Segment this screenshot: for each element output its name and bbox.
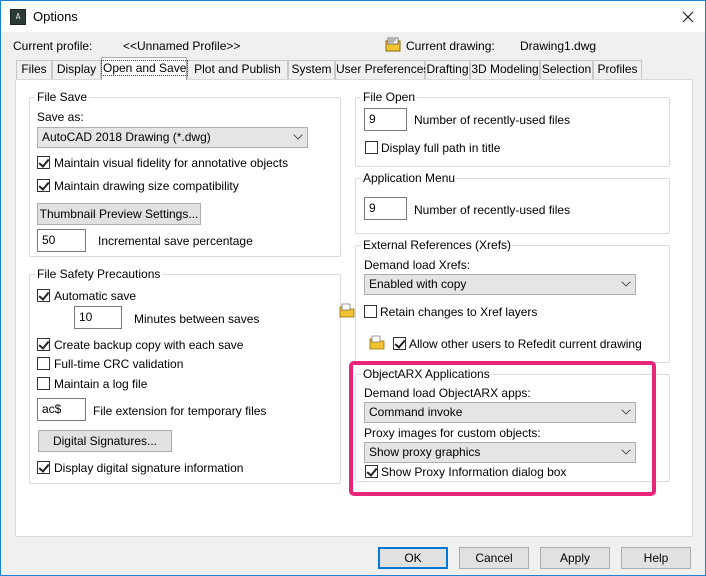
temp-file-extension-label: File extension for temporary files (93, 404, 267, 418)
tab-drafting[interactable]: Drafting (425, 60, 470, 79)
save-as-label: Save as: (37, 110, 84, 124)
maintain-size-checkbox[interactable] (37, 179, 50, 192)
tab-user-preferences[interactable]: User Preferences (335, 60, 429, 79)
backup-copy-checkbox[interactable] (37, 338, 50, 351)
tab-selection[interactable]: Selection (540, 60, 593, 79)
chevron-down-icon (621, 277, 631, 287)
close-icon (682, 11, 694, 23)
app-menu-recent-label: Number of recently-used files (414, 203, 571, 217)
allow-refedit-checkbox[interactable] (393, 337, 406, 350)
thumbnail-preview-settings-button[interactable]: Thumbnail Preview Settings... (37, 203, 201, 225)
maintain-fidelity-label: Maintain visual fidelity for annotative … (54, 156, 289, 170)
help-button[interactable]: Help (621, 547, 691, 569)
full-path-label: Display full path in title (381, 141, 501, 155)
tab-3d-modeling[interactable]: 3D Modeling (470, 60, 540, 79)
tab-plot-and-publish[interactable]: Plot and Publish (187, 60, 288, 79)
log-file-label: Maintain a log file (54, 377, 148, 391)
allow-refedit-label: Allow other users to Refedit current dra… (409, 337, 642, 351)
file-open-recent-input[interactable]: 9 (364, 108, 407, 131)
tab-open-and-save[interactable]: Open and Save (100, 57, 189, 80)
retain-changes-checkbox[interactable] (364, 305, 377, 318)
current-profile-label: Current profile: (13, 39, 93, 53)
log-file-checkbox[interactable] (37, 377, 50, 390)
demand-load-xrefs-select[interactable]: Enabled with copy (364, 274, 636, 295)
file-open-title: File Open (361, 90, 418, 104)
file-save-title: File Save (35, 90, 90, 104)
maintain-fidelity-checkbox[interactable] (37, 156, 50, 169)
app-menu-recent-input[interactable]: 9 (364, 197, 407, 220)
minutes-between-saves-input[interactable]: 10 (74, 306, 122, 329)
xrefs-title: External References (Xrefs) (361, 238, 514, 252)
tab-display[interactable]: Display (52, 60, 101, 79)
crc-validation-checkbox[interactable] (37, 357, 50, 370)
options-dialog: A Options Current profile: <<Unnamed Pro… (0, 0, 706, 576)
incremental-save-input[interactable]: 50 (37, 229, 86, 252)
display-signature-checkbox[interactable] (37, 461, 50, 474)
folder-icon (339, 303, 355, 318)
temp-file-extension-input[interactable]: ac$ (37, 398, 86, 421)
save-as-select[interactable]: AutoCAD 2018 Drawing (*.dwg) (37, 127, 308, 148)
current-drawing-value: Drawing1.dwg (520, 39, 597, 53)
title-bar[interactable]: A Options (1, 1, 705, 32)
automatic-save-checkbox[interactable] (37, 289, 50, 302)
current-drawing-label: Current drawing: (406, 39, 495, 53)
crc-validation-label: Full-time CRC validation (54, 357, 184, 371)
autocad-app-icon: A (10, 9, 26, 25)
file-safety-title: File Safety Precautions (35, 267, 163, 281)
close-button[interactable] (671, 1, 705, 32)
application-menu-title: Application Menu (361, 171, 458, 185)
current-profile-value: <<Unnamed Profile>> (123, 39, 241, 53)
window-title: Options (33, 9, 78, 24)
tab-profiles[interactable]: Profiles (593, 60, 642, 79)
backup-copy-label: Create backup copy with each save (54, 338, 244, 352)
maintain-size-label: Maintain drawing size compatibility (54, 179, 239, 193)
chevron-down-icon (293, 130, 303, 140)
minutes-between-saves-label: Minutes between saves (134, 312, 260, 326)
drawing-icon (385, 37, 401, 52)
demand-load-xrefs-label: Demand load Xrefs: (364, 258, 471, 272)
ok-button[interactable]: OK (378, 547, 448, 569)
tab-files[interactable]: Files (16, 60, 52, 79)
tab-system[interactable]: System (288, 60, 335, 79)
retain-changes-label: Retain changes to Xref layers (380, 305, 538, 319)
highlight-box (349, 361, 656, 496)
incremental-save-label: Incremental save percentage (98, 234, 253, 248)
display-signature-label: Display digital signature information (54, 461, 244, 475)
file-open-recent-label: Number of recently-used files (414, 113, 571, 127)
folder-icon (369, 335, 385, 350)
apply-button[interactable]: Apply (540, 547, 610, 569)
full-path-checkbox[interactable] (365, 141, 378, 154)
digital-signatures-button[interactable]: Digital Signatures... (38, 430, 172, 452)
cancel-button[interactable]: Cancel (459, 547, 529, 569)
automatic-save-label: Automatic save (54, 289, 137, 303)
